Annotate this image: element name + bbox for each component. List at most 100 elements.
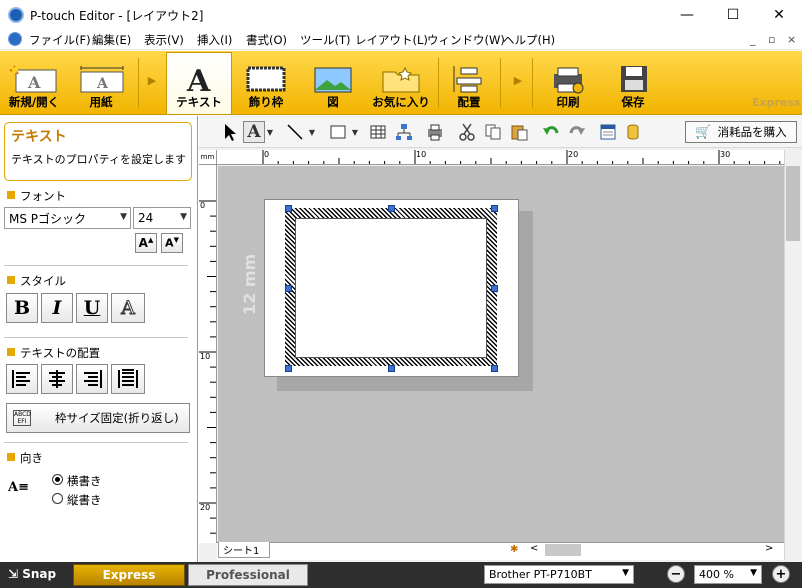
fixed-frame-icon: ABCD EFI xyxy=(13,410,31,426)
menu-help[interactable]: ヘルプ(H) xyxy=(503,32,555,48)
undo-button[interactable] xyxy=(540,121,562,143)
resize-handle-top-right[interactable] xyxy=(491,205,498,212)
sheet-tab[interactable]: シート1 xyxy=(218,542,270,558)
section-marker-icon xyxy=(7,191,15,199)
mdi-restore-button[interactable]: ▫ xyxy=(768,33,775,46)
font-shrink-icon: A▼ xyxy=(165,236,179,250)
save-button[interactable]: 保存 xyxy=(604,52,662,114)
redo-button[interactable] xyxy=(566,121,588,143)
orientation-icon: A≡ xyxy=(8,480,29,495)
shape-tool-dropdown[interactable]: ▼ xyxy=(349,121,361,143)
line-tool[interactable] xyxy=(284,121,306,143)
font-name-select[interactable]: MS Pゴシック ▼ xyxy=(4,207,131,229)
font-size-increase-button[interactable]: A▲ xyxy=(135,233,157,253)
frame-button[interactable]: 飾り枠 xyxy=(236,52,296,114)
maximize-button[interactable]: ☐ xyxy=(710,0,756,30)
resize-handle-bottom-right[interactable] xyxy=(491,365,498,372)
align-right-button[interactable] xyxy=(76,364,108,394)
text-label: テキスト xyxy=(176,95,222,109)
resize-handle-bottom-left[interactable] xyxy=(285,365,292,372)
text-tool-dropdown[interactable]: ▼ xyxy=(264,121,276,143)
underline-button[interactable]: U xyxy=(76,293,108,323)
menu-window[interactable]: ウィンドウ(W) xyxy=(427,32,505,48)
mdi-minimize-button[interactable]: _ xyxy=(750,33,756,46)
zoom-select[interactable]: 400 % ▼ xyxy=(694,565,762,584)
database-view-button[interactable] xyxy=(597,121,619,143)
vertical-scroll-thumb[interactable] xyxy=(786,166,800,241)
align-left-icon xyxy=(12,370,30,388)
align-center-button[interactable] xyxy=(41,364,73,394)
resize-handle-top[interactable] xyxy=(388,205,395,212)
paste-icon xyxy=(511,125,528,141)
snap-label: Snap xyxy=(22,567,57,581)
menu-view[interactable]: 表示(V) xyxy=(144,32,184,48)
paste-button[interactable] xyxy=(508,121,530,143)
menu-file[interactable]: ファイル(F) xyxy=(29,32,91,48)
tape-width-label: 12 mm xyxy=(240,253,259,315)
horizontal-scroll-thumb[interactable] xyxy=(545,544,581,556)
select-arrow-tool[interactable] xyxy=(219,121,241,143)
font-size-select[interactable]: 24 ▼ xyxy=(133,207,191,229)
horizontal-ruler: 0 10 20 30 xyxy=(217,150,784,165)
menu-format[interactable]: 書式(O) xyxy=(246,32,287,48)
barcode-tool[interactable] xyxy=(424,121,446,143)
zoom-out-button[interactable]: − xyxy=(667,565,685,583)
favorites-button[interactable]: お気に入り xyxy=(368,52,434,114)
copy-button[interactable] xyxy=(482,121,504,143)
align-justify-button[interactable] xyxy=(111,364,145,394)
resize-handle-bottom[interactable] xyxy=(388,365,395,372)
shape-tool[interactable] xyxy=(327,121,349,143)
buy-consumables-button[interactable]: 🛒 消耗品を購入 xyxy=(685,121,797,143)
scroll-right-icon[interactable]: > xyxy=(765,543,773,554)
new-open-button[interactable]: A 新規/開く xyxy=(2,52,66,114)
zoom-in-button[interactable]: + xyxy=(772,565,790,583)
menu-insert[interactable]: 挿入(I) xyxy=(197,32,232,48)
database-button[interactable] xyxy=(622,121,644,143)
ruler-unit: mm xyxy=(199,150,217,165)
document-menu-icon[interactable] xyxy=(8,32,22,46)
line-tool-dropdown[interactable]: ▼ xyxy=(306,121,318,143)
window-list-icon xyxy=(600,124,616,140)
menu-edit[interactable]: 編集(E) xyxy=(92,32,131,48)
font-size-decrease-button[interactable]: A▼ xyxy=(161,233,183,253)
menu-tools[interactable]: ツール(T) xyxy=(300,32,351,48)
mdi-close-button[interactable]: × xyxy=(787,33,796,46)
table-tool[interactable] xyxy=(367,121,389,143)
minimize-button[interactable]: — xyxy=(664,0,710,30)
frame-icon xyxy=(246,66,286,92)
panel-description: テキストのプロパティを設定します xyxy=(11,153,187,166)
bold-button[interactable]: B xyxy=(6,293,38,323)
fixed-frame-button[interactable]: ABCD EFI 枠サイズ固定(折り返し) xyxy=(6,403,190,433)
image-icon xyxy=(314,67,352,93)
paper-button[interactable]: A 用紙 xyxy=(70,52,132,114)
close-button[interactable]: ✕ xyxy=(756,0,802,30)
text-object[interactable] xyxy=(295,218,487,358)
vertical-radio[interactable] xyxy=(52,493,63,504)
image-button[interactable]: 図 xyxy=(300,52,366,114)
h-ruler-label-10: 10 xyxy=(416,150,427,159)
org-chart-tool[interactable] xyxy=(393,121,415,143)
printer-select[interactable]: Brother PT-P710BT ▼ xyxy=(484,565,634,584)
express-mode-button[interactable]: Express xyxy=(73,564,185,586)
text-tool[interactable]: A xyxy=(243,121,265,143)
paper-label: 用紙 xyxy=(89,95,113,109)
app-icon[interactable] xyxy=(8,7,24,23)
menu-layout[interactable]: レイアウト(L) xyxy=(355,32,428,48)
panel-title: テキスト xyxy=(11,129,67,145)
v-ruler-label-20: 20 xyxy=(200,503,211,512)
print-button[interactable]: 印刷 xyxy=(540,52,596,114)
scroll-left-icon[interactable]: < xyxy=(530,543,538,554)
arrange-button[interactable]: 配置 xyxy=(446,52,492,114)
resize-handle-top-left[interactable] xyxy=(285,205,292,212)
text-effect-button[interactable]: A xyxy=(111,293,145,323)
align-left-button[interactable] xyxy=(6,364,38,394)
resize-handle-right[interactable] xyxy=(491,285,498,292)
new-sheet-icon[interactable]: ✱ xyxy=(510,544,518,555)
resize-handle-left[interactable] xyxy=(285,285,292,292)
snap-toggle[interactable]: ⇲ Snap xyxy=(8,567,56,581)
text-button[interactable]: A テキスト xyxy=(166,52,232,114)
italic-button[interactable]: I xyxy=(41,293,73,323)
cut-button[interactable] xyxy=(456,121,478,143)
professional-mode-button[interactable]: Professional xyxy=(188,564,308,586)
horizontal-radio[interactable] xyxy=(52,474,63,485)
